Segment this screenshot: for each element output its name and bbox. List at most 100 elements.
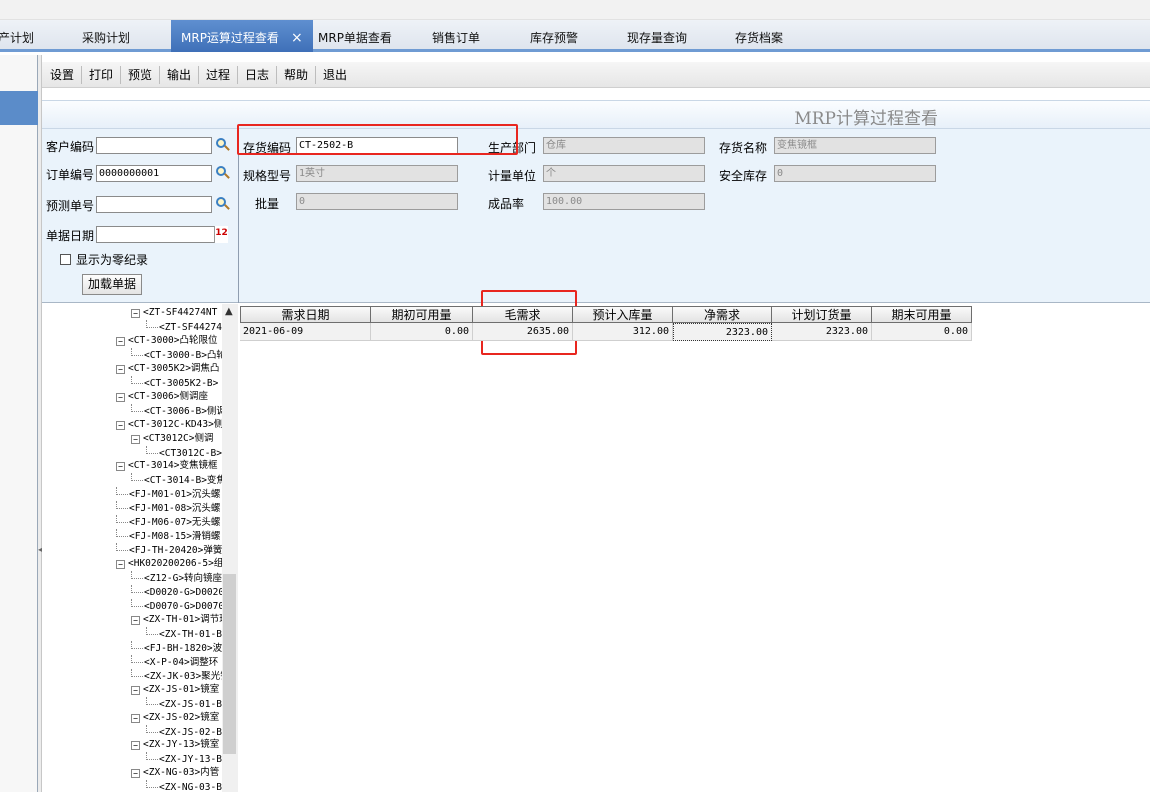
- load-documents-button[interactable]: 加载单据: [82, 274, 142, 295]
- tree-collapse-icon[interactable]: −: [116, 560, 125, 570]
- toolbar-separator: [159, 66, 160, 84]
- grid-header-closing-available[interactable]: 期末可用量: [872, 306, 972, 323]
- tree-node[interactable]: − <HK020200206-5>组: [116, 557, 222, 571]
- tree-collapse-icon[interactable]: −: [131, 769, 140, 779]
- tree-node[interactable]: <D0020-G>D0020: [131, 585, 222, 599]
- process-button[interactable]: 过程: [202, 64, 234, 86]
- tab-mrp-process[interactable]: MRP运算过程查看 ×: [171, 20, 313, 52]
- tab-sales-order[interactable]: 销售订单: [432, 20, 480, 52]
- item-name-field: 变焦镜框: [774, 137, 936, 154]
- show-zero-checkbox[interactable]: [60, 254, 71, 265]
- tree-node[interactable]: − <ZX-TH-01>调节环: [131, 613, 222, 627]
- tree-node[interactable]: − <ZX-JY-13>镜室: [131, 738, 222, 752]
- tab-production-plan[interactable]: 产计划: [0, 20, 34, 52]
- search-icon[interactable]: [214, 196, 230, 213]
- export-button[interactable]: 输出: [163, 64, 195, 86]
- grid-header-opening-available[interactable]: 期初可用量: [371, 306, 473, 323]
- grid-header-planned-order[interactable]: 计划订货量: [772, 306, 872, 323]
- log-button[interactable]: 日志: [241, 64, 273, 86]
- tree-node[interactable]: <CT-3006-B>侧调: [131, 403, 222, 418]
- order-no-input[interactable]: 0000000001: [96, 165, 212, 182]
- tree-collapse-icon[interactable]: −: [116, 336, 125, 346]
- tree-collapse-icon[interactable]: −: [116, 392, 125, 402]
- tree-node[interactable]: <FJ-BH-1820>波纹: [131, 640, 222, 655]
- tree-node[interactable]: − <CT-3005K2>调焦凸: [116, 362, 222, 376]
- scroll-up-icon[interactable]: ▲: [225, 306, 233, 317]
- tree-node[interactable]: − <CT-3000>凸轮限位: [116, 334, 222, 348]
- tree-node[interactable]: − <CT-3014>变焦镜框: [116, 459, 222, 473]
- tab-inventory-archive[interactable]: 存货档案: [735, 20, 783, 52]
- tree-node[interactable]: − <CT3012C>侧调: [131, 432, 222, 446]
- tree-node[interactable]: <ZX-JS-02-B: [146, 724, 222, 739]
- scrollbar-thumb[interactable]: [223, 574, 236, 754]
- toolbar: 设置 打印 预览 输出 过程 日志 帮助 退出: [42, 62, 1150, 88]
- search-icon[interactable]: [214, 137, 230, 154]
- preview-button[interactable]: 预览: [124, 64, 156, 86]
- grid-cell-planned-order[interactable]: 2323.00: [772, 323, 872, 341]
- doc-date-input[interactable]: [96, 226, 228, 243]
- tree-node[interactable]: <Z12-G>转向镜座: [131, 571, 222, 585]
- grid-cell-demand-date[interactable]: 2021-06-09: [240, 323, 371, 341]
- help-button[interactable]: 帮助: [280, 64, 312, 86]
- tree-node[interactable]: − <ZX-JS-02>镜室: [131, 711, 222, 725]
- tree-node[interactable]: <CT-3000-B>凸轮: [131, 347, 222, 362]
- grid-header-net-demand[interactable]: 净需求: [673, 306, 772, 323]
- grid-cell-expected-receipt[interactable]: 312.00: [573, 323, 673, 341]
- exit-button[interactable]: 退出: [319, 64, 351, 86]
- tree-node[interactable]: − <ZX-JS-01>镜室: [131, 683, 222, 697]
- tree-collapse-icon[interactable]: −: [116, 420, 125, 430]
- tree-node[interactable]: <CT-3005K2-B>: [131, 375, 222, 390]
- grid-header-gross-demand[interactable]: 毛需求: [473, 306, 573, 323]
- tree-connector: [131, 654, 143, 663]
- left-nav-selected-item[interactable]: [0, 91, 38, 125]
- tree-collapse-icon[interactable]: −: [131, 309, 140, 318]
- tree-collapse-icon[interactable]: −: [131, 713, 140, 723]
- grid-cell-closing-available[interactable]: 0.00: [872, 323, 972, 341]
- tree-node[interactable]: − <CT-3006>侧调座: [116, 390, 222, 404]
- tree-node[interactable]: <X-P-04>调整环: [131, 654, 222, 669]
- tree-node[interactable]: <ZX-JK-03>聚光镜: [131, 668, 222, 683]
- tab-stock-query[interactable]: 现存量查询: [627, 20, 687, 52]
- tab-purchase-plan[interactable]: 采购计划: [82, 20, 130, 52]
- tab-stock-warning[interactable]: 库存预警: [530, 20, 578, 52]
- tab-mrp-documents[interactable]: MRP单据查看: [318, 20, 392, 52]
- unit-label: 计量单位: [488, 169, 537, 183]
- tree-node[interactable]: <ZX-JS-01-B: [146, 696, 222, 711]
- search-icon[interactable]: [214, 165, 230, 182]
- settings-button[interactable]: 设置: [46, 64, 78, 86]
- tree-node[interactable]: <ZX-TH-01-B: [146, 626, 222, 641]
- grid-cell-opening-available[interactable]: 0.00: [371, 323, 473, 341]
- tree-collapse-icon[interactable]: −: [116, 462, 125, 472]
- grid-cell-gross-demand[interactable]: 2635.00: [473, 323, 573, 341]
- tree-scrollbar[interactable]: ▲: [222, 304, 238, 792]
- tree-node[interactable]: <CT-3014-B>变焦: [131, 473, 222, 487]
- tree-collapse-icon[interactable]: −: [116, 364, 125, 374]
- tree-node-label: <ZX-JS-01>镜室: [143, 683, 220, 695]
- grid-header-expected-receipt[interactable]: 预计入库量: [573, 306, 673, 323]
- customer-code-input[interactable]: [96, 137, 212, 154]
- tree-node[interactable]: − <CT-3012C-KD43>侧: [116, 418, 222, 432]
- tab-label: MRP单据查看: [318, 31, 392, 45]
- tree-collapse-icon[interactable]: −: [131, 615, 140, 625]
- tree-node[interactable]: <FJ-TH-20420>弹簧: [116, 543, 222, 557]
- calendar-icon[interactable]: 12: [214, 226, 228, 243]
- tree-node[interactable]: <FJ-M01-01>沉头螺: [116, 487, 222, 501]
- tree-node[interactable]: <ZX-JY-13-B: [146, 752, 222, 766]
- forecast-no-input[interactable]: [96, 196, 212, 213]
- grid-cell-net-demand[interactable]: 2323.00: [673, 323, 772, 341]
- tree-node[interactable]: <FJ-M01-08>沉头螺: [116, 501, 222, 515]
- tree-node[interactable]: <ZT-SF44274: [146, 319, 222, 334]
- tree-node[interactable]: <ZX-NG-03-B: [146, 780, 222, 792]
- tree-node[interactable]: <FJ-M06-07>无头螺: [116, 515, 222, 529]
- tree-node[interactable]: <CT3012C-B>: [146, 445, 222, 460]
- print-button[interactable]: 打印: [85, 64, 117, 86]
- tree-collapse-icon[interactable]: −: [131, 685, 140, 695]
- tree-node[interactable]: − <ZT-SF44274NT: [131, 306, 222, 320]
- tree-node[interactable]: <D0070-G>D0070: [131, 598, 222, 613]
- close-icon[interactable]: ×: [291, 20, 303, 56]
- tree-collapse-icon[interactable]: −: [131, 741, 140, 751]
- tree-node[interactable]: <FJ-M08-15>滑销螺: [116, 529, 222, 543]
- tree-collapse-icon[interactable]: −: [131, 434, 140, 444]
- grid-header-demand-date[interactable]: 需求日期: [240, 306, 371, 323]
- tree-node[interactable]: − <ZX-NG-03>内管: [131, 766, 222, 780]
